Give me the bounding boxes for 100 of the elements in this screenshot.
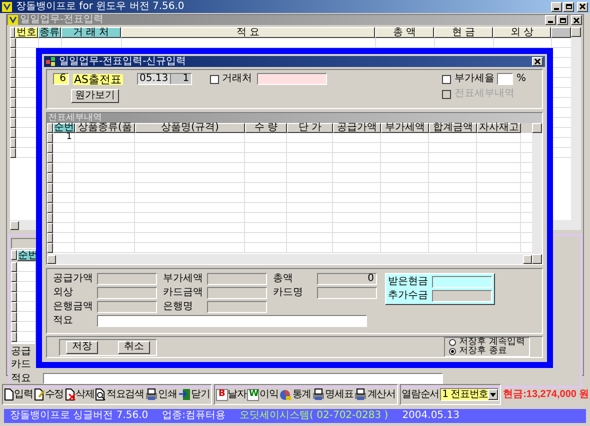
toolbar-button[interactable]: 수정	[34, 388, 64, 401]
field-label: 추가수금	[388, 291, 429, 301]
column-header[interactable]: 총 액	[375, 27, 434, 38]
minimize-button[interactable]	[545, 15, 556, 25]
column-header[interactable]: 종류	[38, 27, 61, 38]
column-header[interactable]: 공급가액	[333, 123, 381, 133]
table-cell: 1	[66, 133, 72, 142]
field-label: 공급	[11, 347, 32, 357]
checkbox[interactable]	[442, 74, 452, 84]
amount-field[interactable]	[97, 287, 157, 299]
column-header[interactable]: 현 금	[434, 27, 493, 38]
memo-field[interactable]	[43, 373, 443, 384]
field-label: 은행금액	[53, 302, 94, 312]
cash-field[interactable]	[432, 276, 492, 288]
app-icon	[2, 2, 12, 12]
field-label: 부가세액	[163, 274, 204, 284]
app-icon	[46, 57, 56, 66]
column-header[interactable]: 합계금액	[429, 123, 477, 133]
exit-door-icon	[178, 388, 191, 401]
toolbar-button[interactable]: W 이익	[247, 388, 278, 400]
column-header[interactable]: 수 량	[245, 123, 287, 133]
amount-field[interactable]: 0	[317, 273, 377, 285]
app-icon	[8, 15, 18, 25]
status-text: 업종:컴퓨터용	[162, 411, 226, 421]
letter-icon: B	[216, 388, 228, 400]
voucher-number: 6	[53, 73, 69, 85]
field-label: 공급가액	[53, 274, 94, 284]
sort-dropdown[interactable]: 1 전표번호	[440, 388, 500, 401]
edit-document-icon	[34, 388, 45, 401]
column-header[interactable]: 부가세액	[381, 123, 429, 133]
letter-icon: W	[247, 388, 260, 400]
status-text: 오딧세이시스템( 02-702-0283 )	[240, 411, 388, 421]
column-header[interactable]: 외 상	[493, 27, 551, 38]
column-header[interactable]: 단 가	[287, 123, 333, 133]
column-header[interactable]: 상품종류(품	[75, 123, 135, 133]
field-label: 카드금액	[163, 288, 204, 298]
toolbar-button[interactable]: 인쇄	[145, 388, 177, 401]
status-text: 2004.05.13	[402, 411, 460, 421]
toolbar-button[interactable]: 입력	[4, 388, 33, 401]
toolbar-button[interactable]: 계산서	[354, 388, 396, 401]
field-label: 적요	[53, 316, 74, 326]
radio-button[interactable]	[449, 339, 456, 346]
toolbar-button[interactable]: B 날자	[216, 388, 246, 400]
toolbar-button[interactable]: 삭제	[64, 388, 94, 401]
dialog-button[interactable]: 취소	[118, 340, 150, 354]
dialog-button[interactable]: 저장	[66, 340, 98, 354]
header-corner	[10, 27, 15, 38]
percent-sign: %	[516, 74, 526, 84]
amount-field[interactable]	[97, 273, 157, 285]
search-icon	[95, 388, 106, 401]
field-label: 외상	[53, 288, 74, 298]
maximize-button[interactable]	[563, 2, 574, 12]
section-title: 전표세부내역	[48, 114, 102, 122]
column-header[interactable]: 상품명(규격)	[135, 123, 245, 133]
radio-label: 저장후 종료	[459, 347, 507, 356]
maximize-button[interactable]	[557, 15, 568, 25]
amount-field[interactable]	[317, 287, 377, 299]
toolbar-button[interactable]: 닫기	[178, 388, 210, 401]
amount-field[interactable]	[207, 287, 267, 299]
close-button[interactable]	[532, 57, 543, 66]
window-title: 장돌뱅이프로 for 윈도우 버전 7.56.0	[16, 2, 186, 12]
column-header[interactable]: 순번	[53, 123, 75, 133]
field-label: 총액	[273, 274, 294, 284]
voucher-type: AS출전표	[73, 74, 123, 84]
printer-icon	[312, 388, 326, 401]
child-window-title: 일일업무-전표입력	[20, 15, 105, 25]
radio-label: 저장후 계속입력	[459, 338, 525, 347]
dialog-title: 일일업무-전표입력-신규입력	[59, 56, 188, 66]
column-header[interactable]: 거 래 처	[61, 27, 121, 38]
checkbox[interactable]	[210, 74, 220, 84]
amount-field[interactable]	[97, 301, 157, 313]
chart-icon	[279, 388, 292, 401]
column-header[interactable]: 자사재고	[477, 123, 521, 133]
printer-icon	[145, 388, 158, 401]
toolbar-button[interactable]: 명세표	[312, 388, 354, 401]
minimize-button[interactable]	[551, 2, 562, 12]
toolbar-button[interactable]: 적요검색	[95, 388, 144, 401]
close-button[interactable]	[571, 15, 582, 25]
close-button[interactable]	[577, 2, 588, 12]
checkbox-label: 부가세율	[454, 74, 494, 84]
column-header[interactable]: 번호	[15, 27, 38, 38]
column-header[interactable]: 적 요	[121, 27, 375, 38]
field-label: 적요	[11, 374, 32, 384]
vat-rate-field[interactable]	[497, 73, 514, 85]
document-icon	[4, 388, 14, 401]
cash-field[interactable]	[432, 290, 492, 302]
printer-icon	[354, 388, 368, 401]
radio-button[interactable]	[449, 348, 456, 355]
partner-field[interactable]	[257, 73, 328, 85]
amount-field[interactable]	[207, 273, 267, 285]
field-label: 카드	[11, 360, 32, 370]
toolbar-button[interactable]: 통계	[279, 388, 312, 401]
field-label: 은행명	[163, 302, 194, 312]
checkbox-label: 거래처	[222, 74, 252, 84]
amount-field[interactable]	[207, 301, 267, 313]
memo-field[interactable]	[97, 315, 367, 327]
cost-view-button[interactable]: 원가보기	[71, 89, 119, 103]
field-label: 카드명	[273, 288, 304, 298]
field-label: 받은현금	[388, 277, 429, 287]
sort-label: 열람순서	[402, 390, 440, 400]
